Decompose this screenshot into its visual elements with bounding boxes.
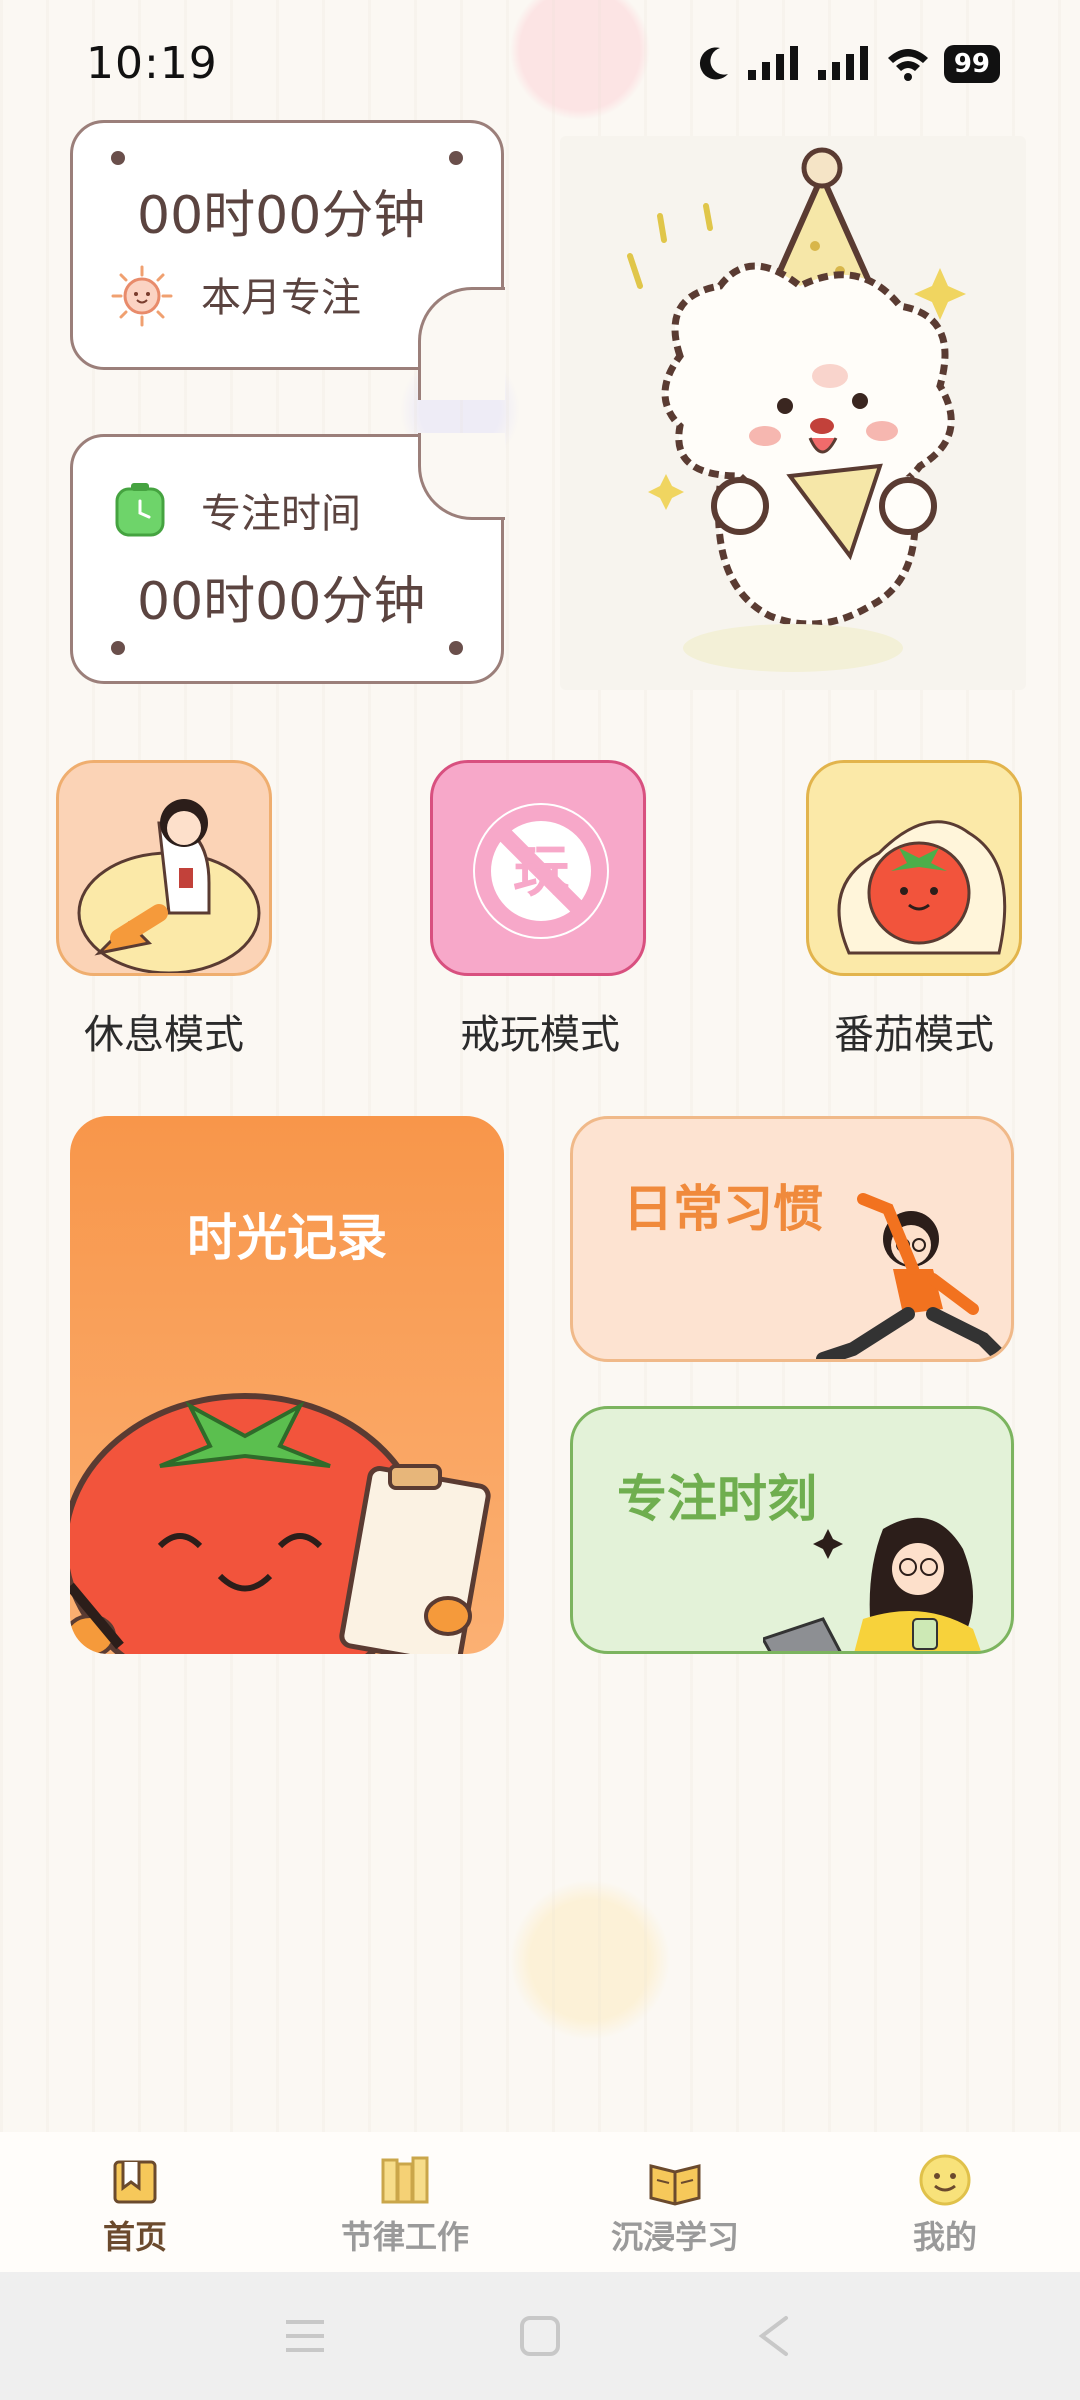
rest-mode-label: 休息模式 xyxy=(84,1012,244,1058)
rest-mode-button[interactable] xyxy=(56,760,272,976)
card-dot xyxy=(449,151,463,165)
nav-home-label: 首页 xyxy=(102,2218,167,2256)
no-play-glyph: 玩 xyxy=(513,840,569,905)
focus-time-label: 专注时间 xyxy=(201,491,361,537)
tomato-mode-label: 番茄模式 xyxy=(834,1012,994,1058)
daily-habit-card[interactable]: 日常习惯 xyxy=(570,1116,1014,1362)
focus-moment-card[interactable]: 专注时刻 xyxy=(570,1406,1014,1654)
tomato-with-clipboard-icon xyxy=(70,1393,491,1654)
month-focus-card[interactable]: 00时00分钟 本月专注 xyxy=(70,120,505,400)
nav-mine[interactable]: 我的 xyxy=(810,2132,1080,2272)
nav-rhythm-work-label: 节律工作 xyxy=(340,2218,469,2256)
card-notch xyxy=(418,433,505,520)
girl-on-beanbag-icon xyxy=(77,799,261,973)
back-icon[interactable] xyxy=(756,2314,792,2358)
nav-mine-label: 我的 xyxy=(912,2218,977,2256)
card-dot xyxy=(111,641,125,655)
tomato-mode-button[interactable] xyxy=(806,760,1022,976)
open-book-icon xyxy=(649,2164,701,2206)
smiley-face-icon xyxy=(919,2154,971,2206)
signal-icon-2 xyxy=(817,46,868,80)
nav-rhythm-work[interactable]: 节律工作 xyxy=(270,2132,540,2272)
no-play-icon: 玩 xyxy=(473,803,609,939)
focus-time-value: 00时00分钟 xyxy=(137,572,426,632)
month-focus-label: 本月专注 xyxy=(201,275,361,321)
home-square-icon[interactable] xyxy=(518,2314,562,2358)
nav-immersive-study-label: 沉浸学习 xyxy=(610,2218,739,2256)
card-dot xyxy=(111,151,125,165)
puppy-icon xyxy=(627,147,966,672)
month-focus-value: 00时00分钟 xyxy=(137,186,426,246)
bookmark-home-icon xyxy=(113,2160,157,2204)
bottom-navigation: 首页 节律工作 沉浸学习 我的 xyxy=(0,2132,1080,2272)
sun-icon xyxy=(111,265,173,327)
puppy-illustration xyxy=(560,136,1026,690)
time-record-title: 时光记录 xyxy=(187,1209,387,1267)
focus-time-card[interactable]: 专注时间 00时00分钟 xyxy=(70,433,505,684)
girl-with-laptop-icon xyxy=(763,1517,981,1651)
clock-icon xyxy=(115,483,165,537)
books-icon xyxy=(381,2156,429,2204)
tomato-on-beanbag-icon xyxy=(837,820,1007,955)
signal-icon xyxy=(747,46,798,80)
card-notch xyxy=(418,287,505,400)
wifi-icon xyxy=(887,49,928,81)
status-icons: 99 xyxy=(696,44,1000,84)
nav-home[interactable]: 首页 xyxy=(0,2132,270,2272)
battery-indicator: 99 xyxy=(943,45,1000,83)
stretching-girl-icon xyxy=(816,1193,1005,1359)
nav-immersive-study[interactable]: 沉浸学习 xyxy=(540,2132,810,2272)
time-record-card[interactable]: 时光记录 xyxy=(70,1116,504,1654)
moon-icon xyxy=(699,47,728,80)
no-play-mode-label: 戒玩模式 xyxy=(460,1012,620,1058)
status-time: 10:19 xyxy=(86,38,218,89)
status-bar: 10:19 99 xyxy=(0,0,1080,130)
card-dot xyxy=(449,641,463,655)
system-navigation-bar xyxy=(0,2272,1080,2400)
menu-icon[interactable] xyxy=(282,2316,328,2356)
no-play-mode-button[interactable]: 玩 xyxy=(430,760,646,976)
